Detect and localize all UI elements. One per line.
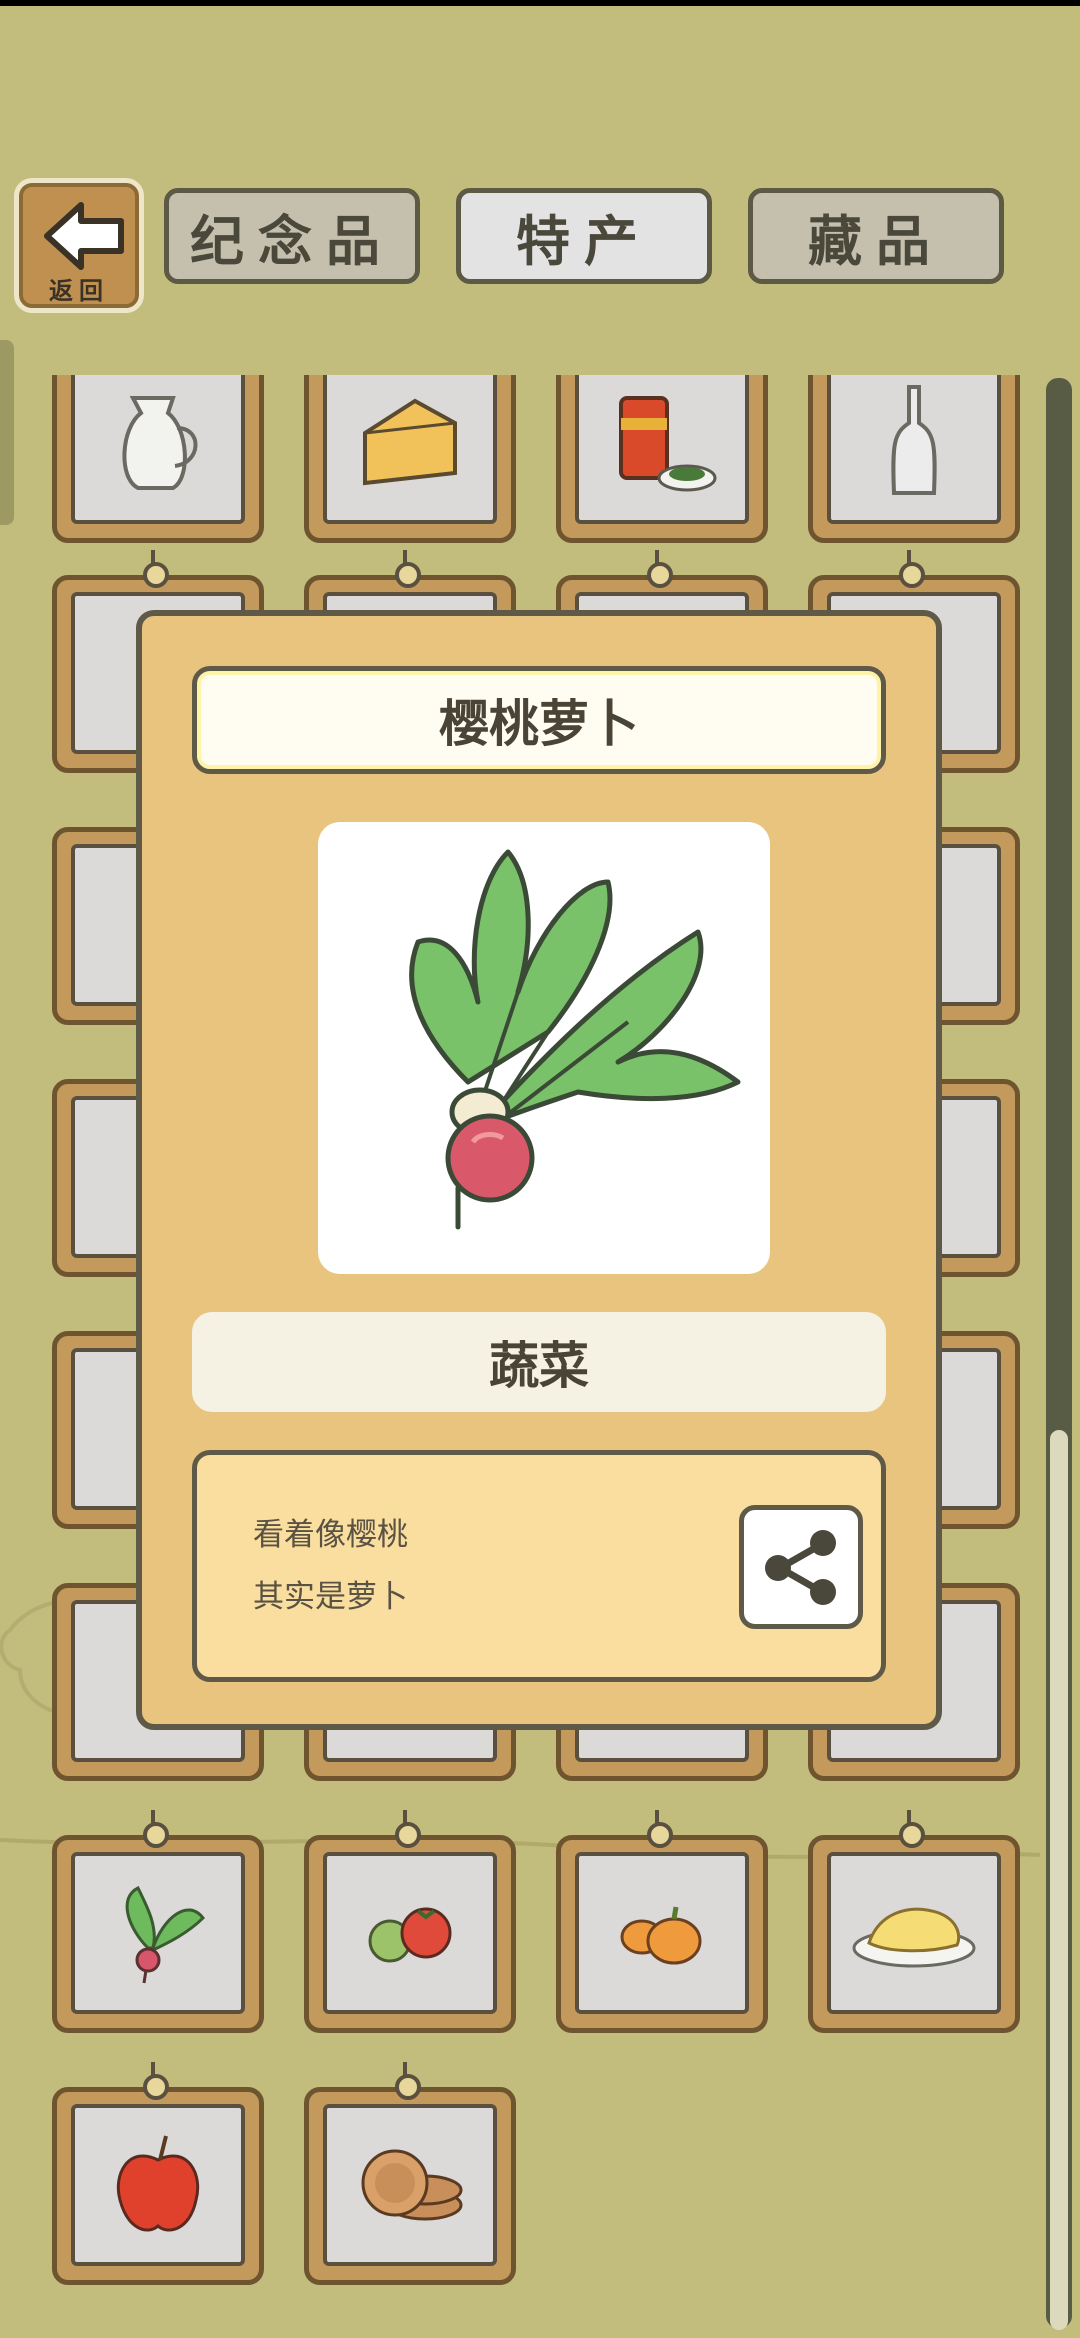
- item-slot: [827, 1852, 1001, 2014]
- pasta-plate-icon: [852, 1907, 976, 1968]
- item-slot: [71, 1852, 245, 2014]
- hook-icon: [143, 2062, 169, 2100]
- item-cell-tea-can[interactable]: [556, 375, 768, 543]
- item-slot: [827, 375, 1001, 524]
- tab-specialties[interactable]: 特产: [456, 188, 712, 284]
- item-slot: [575, 375, 749, 524]
- item-cell-apple[interactable]: [52, 2062, 264, 2285]
- tea-can-icon: [619, 396, 717, 492]
- scrollbar-thumb[interactable]: [1050, 1430, 1068, 2330]
- share-button[interactable]: [739, 1505, 863, 1629]
- description-line: 其实是萝卜: [253, 1579, 408, 1615]
- glass-bottle-icon: [891, 385, 937, 495]
- hook-icon: [647, 550, 673, 588]
- hook-icon: [143, 1810, 169, 1848]
- hook-icon: [899, 1810, 925, 1848]
- tab-souvenirs[interactable]: 纪念品: [164, 188, 420, 284]
- item-slot: [323, 1852, 497, 2014]
- hook-icon: [143, 550, 169, 588]
- item-cell-cheese[interactable]: [304, 375, 516, 543]
- pumpkin-icon: [620, 1906, 702, 1965]
- hook-icon: [899, 550, 925, 588]
- popup-description-box: 看着像樱桃 其实是萝卜: [192, 1450, 886, 1682]
- back-arrow-icon: [44, 202, 124, 270]
- item-slot: [71, 375, 245, 524]
- cherry-radish-icon: [409, 849, 741, 1230]
- popup-category: 蔬菜: [192, 1312, 886, 1412]
- radish-icon: [125, 1885, 205, 1984]
- item-slot: [323, 2104, 497, 2266]
- hook-icon: [647, 1810, 673, 1848]
- back-button[interactable]: 返回: [14, 178, 144, 313]
- status-bar-edge: [0, 0, 1080, 6]
- popup-title: 樱桃萝卜: [192, 666, 886, 774]
- item-detail-popup: 樱桃萝卜 蔬菜 看着像樱桃 其实是萝卜: [136, 610, 942, 1730]
- item-cell-glass-bottle[interactable]: [808, 375, 1020, 543]
- item-slot: [323, 375, 497, 524]
- item-cell-pancakes[interactable]: [304, 2062, 516, 2285]
- tomato-icon: [368, 1907, 452, 1963]
- share-icon: [765, 1530, 836, 1605]
- hook-icon: [395, 2062, 421, 2100]
- item-cell-pasta[interactable]: [808, 1810, 1020, 2033]
- popup-item-image: [318, 822, 770, 1274]
- pancake-stack-icon: [361, 2149, 463, 2221]
- item-cell-pumpkin[interactable]: [556, 1810, 768, 2033]
- item-slot: [71, 2104, 245, 2266]
- item-cell-radish[interactable]: [52, 1810, 264, 2033]
- item-cell-milk-jug[interactable]: [52, 375, 264, 543]
- item-slot: [575, 1852, 749, 2014]
- back-label: 返回: [49, 277, 109, 305]
- milk-jug-icon: [122, 396, 198, 490]
- hook-icon: [395, 1810, 421, 1848]
- cheese-icon: [363, 398, 457, 486]
- hook-icon: [395, 550, 421, 588]
- apple-icon: [116, 2135, 200, 2232]
- item-cell-tomato[interactable]: [304, 1810, 516, 2033]
- description-line: 看着像樱桃: [253, 1517, 408, 1553]
- tab-collectibles[interactable]: 藏品: [748, 188, 1004, 284]
